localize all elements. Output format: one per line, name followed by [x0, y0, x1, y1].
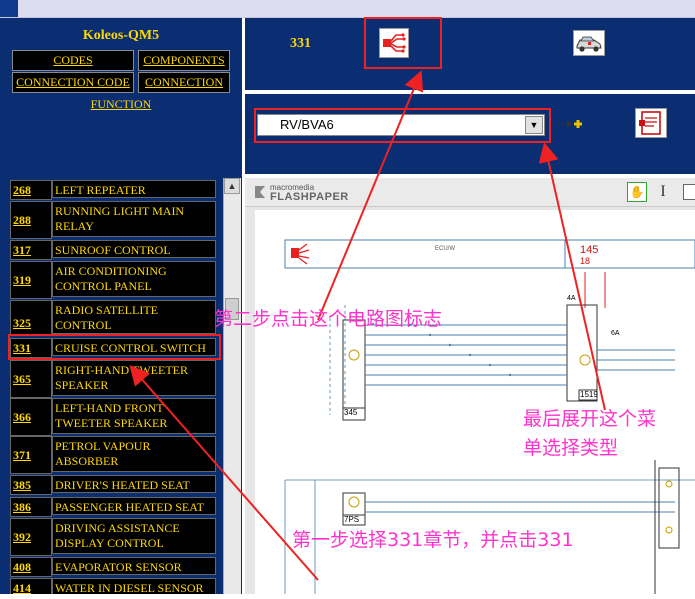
annotation-arrows — [129, 70, 606, 581]
annotation-step2: 第二步点击这个电路图标志 — [214, 308, 443, 330]
annotation-last-line1: 最后展开这个菜 — [523, 408, 657, 430]
annotation-last-line2: 单选择类型 — [523, 437, 619, 459]
annotation-step1: 第一步选择331章节，并点击331 — [292, 529, 574, 551]
